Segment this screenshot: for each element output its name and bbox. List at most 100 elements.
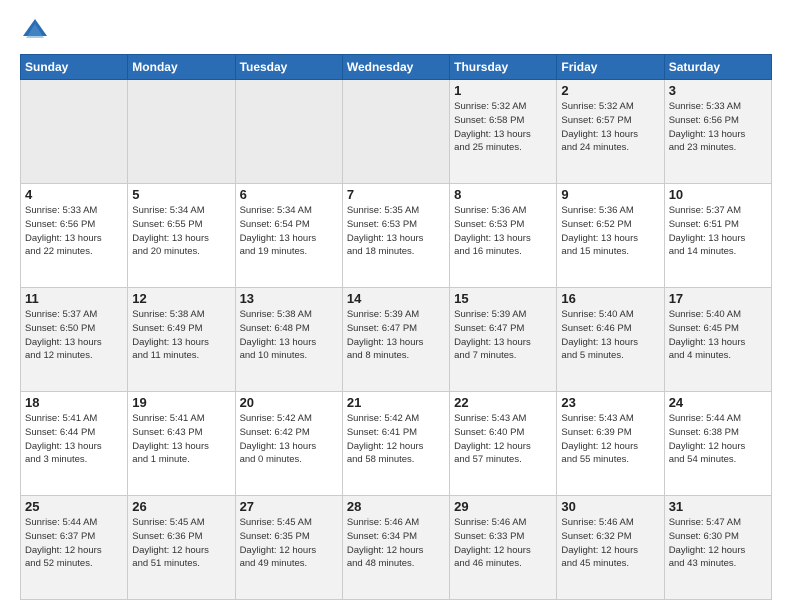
- weekday-header-sunday: Sunday: [21, 55, 128, 80]
- weekday-header-thursday: Thursday: [450, 55, 557, 80]
- calendar-week-3: 11Sunrise: 5:37 AMSunset: 6:50 PMDayligh…: [21, 288, 772, 392]
- calendar-cell: [342, 80, 449, 184]
- day-number: 15: [454, 291, 552, 306]
- day-number: 28: [347, 499, 445, 514]
- day-info: Sunrise: 5:41 AMSunset: 6:43 PMDaylight:…: [132, 412, 230, 467]
- weekday-header-wednesday: Wednesday: [342, 55, 449, 80]
- weekday-header-monday: Monday: [128, 55, 235, 80]
- calendar-cell: 2Sunrise: 5:32 AMSunset: 6:57 PMDaylight…: [557, 80, 664, 184]
- day-number: 10: [669, 187, 767, 202]
- weekday-header-friday: Friday: [557, 55, 664, 80]
- weekday-header-saturday: Saturday: [664, 55, 771, 80]
- day-info: Sunrise: 5:38 AMSunset: 6:48 PMDaylight:…: [240, 308, 338, 363]
- day-number: 19: [132, 395, 230, 410]
- day-number: 5: [132, 187, 230, 202]
- page: SundayMondayTuesdayWednesdayThursdayFrid…: [0, 0, 792, 612]
- calendar-week-1: 1 Sunrise: 5:32 AMSunset: 6:58 PMDaylight…: [21, 80, 772, 184]
- day-info: Sunrise: 5:46 AMSunset: 6:32 PMDaylight:…: [561, 516, 659, 571]
- calendar-cell: 9 Sunrise: 5:36 AMSunset: 6:52 PMDaylight…: [557, 184, 664, 288]
- calendar-week-5: 25Sunrise: 5:44 AMSunset: 6:37 PMDayligh…: [21, 496, 772, 600]
- calendar-cell: 27 Sunrise: 5:45 AMSunset: 6:35 PMDayligh…: [235, 496, 342, 600]
- day-info: Sunrise: 5:46 AMSunset: 6:33 PMDaylight:…: [454, 516, 552, 571]
- day-info: Sunrise: 5:35 AMSunset: 6:53 PMDaylight:…: [347, 204, 445, 259]
- day-number: 14: [347, 291, 445, 306]
- day-info: Sunrise: 5:42 AMSunset: 6:41 PMDaylight:…: [347, 412, 445, 467]
- day-number: 31: [669, 499, 767, 514]
- day-info: Sunrise: 5:36 AMSunset: 6:52 PMDaylight:…: [561, 204, 659, 259]
- header: [20, 16, 772, 46]
- calendar-cell: 29 Sunrise: 5:46 AMSunset: 6:33 PMDayligh…: [450, 496, 557, 600]
- day-number: 6: [240, 187, 338, 202]
- day-info: Sunrise: 5:43 AMSunset: 6:39 PMDaylight:…: [561, 412, 659, 467]
- calendar-cell: 26 Sunrise: 5:45 AMSunset: 6:36 PMDayligh…: [128, 496, 235, 600]
- calendar-cell: 20 Sunrise: 5:42 AMSunset: 6:42 PMDayligh…: [235, 392, 342, 496]
- day-number: 11: [25, 291, 123, 306]
- calendar-cell: 15Sunrise: 5:39 AMSunset: 6:47 PMDayligh…: [450, 288, 557, 392]
- day-info: Sunrise: 5:34 AMSunset: 6:54 PMDaylight:…: [240, 204, 338, 259]
- day-info: Sunrise: 5:46 AMSunset: 6:34 PMDaylight:…: [347, 516, 445, 571]
- weekday-row: SundayMondayTuesdayWednesdayThursdayFrid…: [21, 55, 772, 80]
- day-number: 4: [25, 187, 123, 202]
- day-info: Sunrise: 5:34 AMSunset: 6:55 PMDaylight:…: [132, 204, 230, 259]
- calendar-cell: 14 Sunrise: 5:39 AMSunset: 6:47 PMDayligh…: [342, 288, 449, 392]
- day-number: 24: [669, 395, 767, 410]
- day-info: Sunrise: 5:45 AMSunset: 6:36 PMDaylight:…: [132, 516, 230, 571]
- day-number: 13: [240, 291, 338, 306]
- day-info: Sunrise: 5:41 AMSunset: 6:44 PMDaylight:…: [25, 412, 123, 467]
- day-info: Sunrise: 5:42 AMSunset: 6:42 PMDaylight:…: [240, 412, 338, 467]
- calendar-cell: 19 Sunrise: 5:41 AMSunset: 6:43 PMDayligh…: [128, 392, 235, 496]
- calendar-cell: 30Sunrise: 5:46 AMSunset: 6:32 PMDayligh…: [557, 496, 664, 600]
- logo: [20, 16, 54, 46]
- day-number: 18: [25, 395, 123, 410]
- calendar-cell: 10 Sunrise: 5:37 AMSunset: 6:51 PMDayligh…: [664, 184, 771, 288]
- day-number: 26: [132, 499, 230, 514]
- calendar-cell: 4 Sunrise: 5:33 AMSunset: 6:56 PMDaylight…: [21, 184, 128, 288]
- calendar-body: 1 Sunrise: 5:32 AMSunset: 6:58 PMDaylight…: [21, 80, 772, 600]
- day-info: Sunrise: 5:44 AMSunset: 6:38 PMDaylight:…: [669, 412, 767, 467]
- day-info: Sunrise: 5:40 AMSunset: 6:46 PMDaylight:…: [561, 308, 659, 363]
- logo-icon: [20, 16, 50, 46]
- calendar-table: SundayMondayTuesdayWednesdayThursdayFrid…: [20, 54, 772, 600]
- day-info: Sunrise: 5:39 AMSunset: 6:47 PMDaylight:…: [347, 308, 445, 363]
- day-info: Sunrise: 5:45 AMSunset: 6:35 PMDaylight:…: [240, 516, 338, 571]
- day-number: 23: [561, 395, 659, 410]
- day-info: Sunrise: 5:43 AMSunset: 6:40 PMDaylight:…: [454, 412, 552, 467]
- weekday-header-tuesday: Tuesday: [235, 55, 342, 80]
- calendar-week-4: 18 Sunrise: 5:41 AMSunset: 6:44 PMDayligh…: [21, 392, 772, 496]
- calendar-cell: 23 Sunrise: 5:43 AMSunset: 6:39 PMDayligh…: [557, 392, 664, 496]
- day-number: 1: [454, 83, 552, 98]
- calendar-cell: 16 Sunrise: 5:40 AMSunset: 6:46 PMDayligh…: [557, 288, 664, 392]
- day-number: 12: [132, 291, 230, 306]
- calendar-cell: 17Sunrise: 5:40 AMSunset: 6:45 PMDayligh…: [664, 288, 771, 392]
- day-number: 8: [454, 187, 552, 202]
- day-info: Sunrise: 5:33 AMSunset: 6:56 PMDaylight:…: [669, 100, 767, 155]
- calendar-cell: 3 Sunrise: 5:33 AMSunset: 6:56 PMDaylight…: [664, 80, 771, 184]
- day-info: Sunrise: 5:33 AMSunset: 6:56 PMDaylight:…: [25, 204, 123, 259]
- calendar-cell: 18 Sunrise: 5:41 AMSunset: 6:44 PMDayligh…: [21, 392, 128, 496]
- calendar-cell: 5 Sunrise: 5:34 AMSunset: 6:55 PMDaylight…: [128, 184, 235, 288]
- day-number: 21: [347, 395, 445, 410]
- day-number: 25: [25, 499, 123, 514]
- calendar-cell: 1 Sunrise: 5:32 AMSunset: 6:58 PMDaylight…: [450, 80, 557, 184]
- day-info: Sunrise: 5:32 AMSunset: 6:57 PMDaylight:…: [561, 100, 659, 155]
- calendar-cell: [235, 80, 342, 184]
- day-info: Sunrise: 5:37 AMSunset: 6:51 PMDaylight:…: [669, 204, 767, 259]
- day-number: 22: [454, 395, 552, 410]
- day-number: 3: [669, 83, 767, 98]
- calendar-cell: 31 Sunrise: 5:47 AMSunset: 6:30 PMDayligh…: [664, 496, 771, 600]
- day-info: Sunrise: 5:36 AMSunset: 6:53 PMDaylight:…: [454, 204, 552, 259]
- day-number: 29: [454, 499, 552, 514]
- day-info: Sunrise: 5:32 AMSunset: 6:58 PMDaylight:…: [454, 100, 552, 155]
- calendar-cell: 6 Sunrise: 5:34 AMSunset: 6:54 PMDaylight…: [235, 184, 342, 288]
- day-info: Sunrise: 5:47 AMSunset: 6:30 PMDaylight:…: [669, 516, 767, 571]
- calendar-cell: 24 Sunrise: 5:44 AMSunset: 6:38 PMDayligh…: [664, 392, 771, 496]
- day-number: 16: [561, 291, 659, 306]
- calendar-cell: 7 Sunrise: 5:35 AMSunset: 6:53 PMDaylight…: [342, 184, 449, 288]
- calendar-cell: 28 Sunrise: 5:46 AMSunset: 6:34 PMDayligh…: [342, 496, 449, 600]
- calendar-cell: 22 Sunrise: 5:43 AMSunset: 6:40 PMDayligh…: [450, 392, 557, 496]
- day-number: 9: [561, 187, 659, 202]
- calendar-cell: 8 Sunrise: 5:36 AMSunset: 6:53 PMDaylight…: [450, 184, 557, 288]
- day-number: 20: [240, 395, 338, 410]
- day-number: 27: [240, 499, 338, 514]
- day-number: 7: [347, 187, 445, 202]
